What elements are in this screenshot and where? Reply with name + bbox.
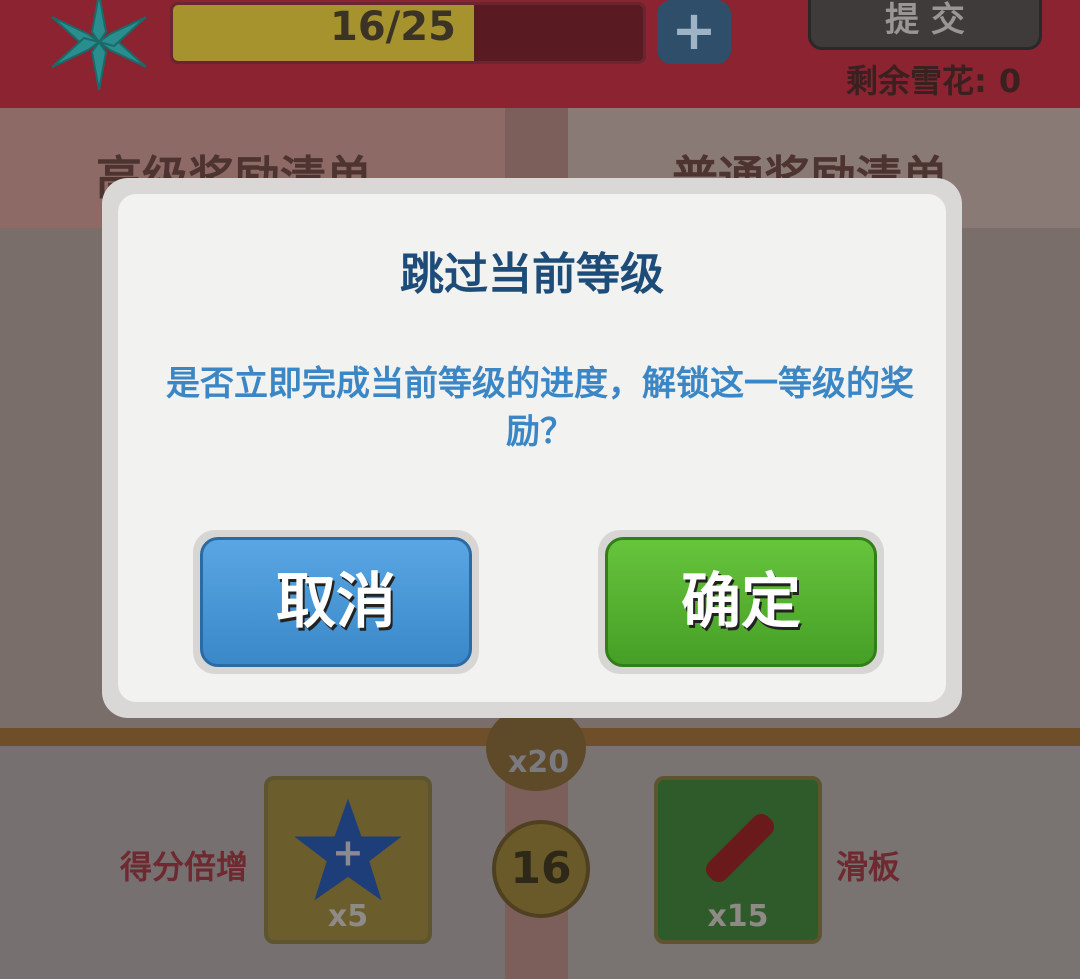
skateboard-icon [705,813,775,883]
remaining-value: 0 [998,62,1022,100]
score-multiplier-reward[interactable]: + x5 [264,776,432,944]
dialog-title: 跳过当前等级 [400,249,664,300]
confirm-button[interactable]: 确定 [605,537,877,667]
score-multiplier-count: x5 [327,899,369,934]
skateboard-count: x15 [707,899,769,934]
star-icon: + [294,798,402,901]
skateboard-reward[interactable]: x15 [654,776,822,944]
svg-text:+: + [332,831,364,875]
top-bar: 16/25 + 提 交 剩余雪花: 0 [0,0,1080,108]
normal-reward-row [568,746,1080,979]
key-count: x20 [508,745,570,780]
submit-button[interactable]: 提 交 [808,0,1042,50]
skateboard-label: 滑板 [836,848,901,886]
progress-text: 16/25 [330,4,456,50]
remaining-snowflakes: 剩余雪花: 0 [846,56,1021,102]
add-snowflake-button[interactable]: + [657,0,731,64]
dialog-message: 是否立即完成当前等级的进度，解锁这一等级的奖励？ [166,364,914,452]
cancel-button[interactable]: 取消 [200,537,472,667]
score-multiplier-label: 得分倍增 [120,848,249,886]
level-number: 16 [492,820,590,918]
remaining-label: 剩余雪花: [846,62,987,100]
snowflake-icon [51,0,147,91]
